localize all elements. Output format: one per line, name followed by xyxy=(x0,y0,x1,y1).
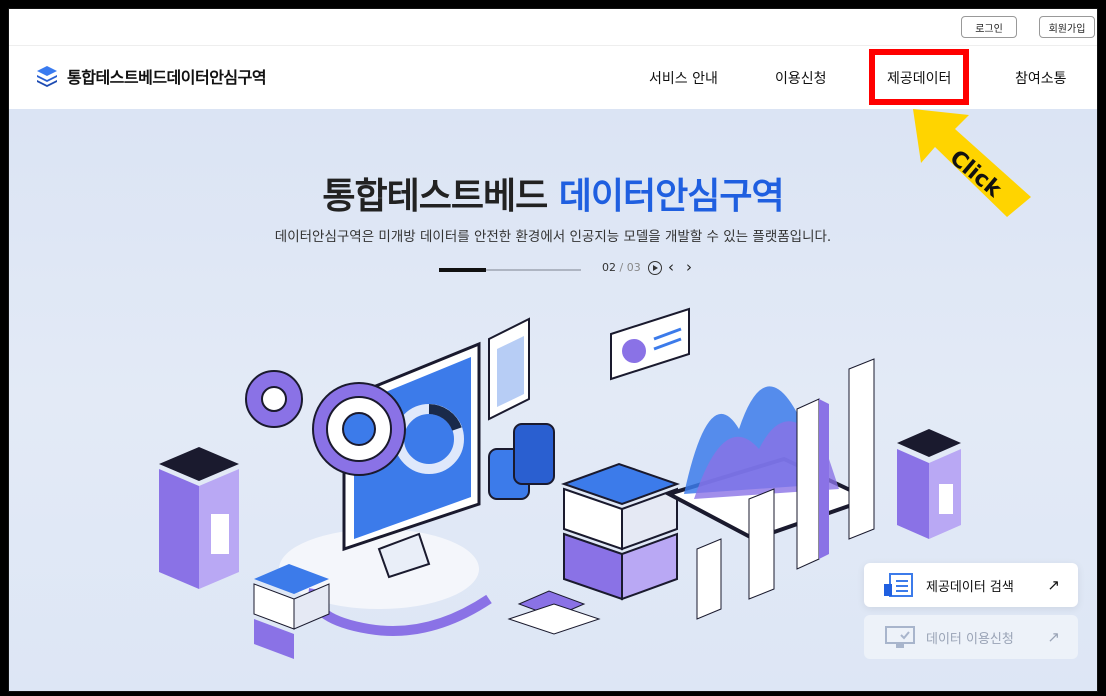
play-icon[interactable] xyxy=(648,261,662,275)
data-platform-illustration xyxy=(159,307,875,659)
nav-community[interactable]: 참여소통 xyxy=(1015,68,1067,88)
document-icon xyxy=(488,317,530,421)
card-label: 데이터 이용신청 xyxy=(926,631,1014,647)
utility-bar: 로그인 회원가입 xyxy=(9,9,1097,45)
signup-button[interactable]: 회원가입 xyxy=(1039,16,1095,38)
chevron-right-icon[interactable]: › xyxy=(686,258,692,276)
logo-prefix: 통합테스트베드 xyxy=(67,68,167,87)
card-label: 제공데이터 검색 xyxy=(926,579,1014,595)
server-stack-small xyxy=(253,564,330,659)
logo-suffix: 데이터안심구역 xyxy=(166,68,267,87)
layers-logo-icon xyxy=(37,66,57,87)
provided-data-search-card[interactable]: 제공데이터 검색 ↗ xyxy=(864,563,1078,607)
document-list-icon xyxy=(884,573,913,597)
pager-current: 02 xyxy=(602,261,616,274)
server-tower-right xyxy=(897,429,961,539)
server-rack-center xyxy=(561,462,680,601)
slide-pager: 02 / 03 xyxy=(602,261,641,274)
coin-stack-icon xyxy=(488,423,555,500)
click-arrow-annotation: Click xyxy=(913,109,1031,217)
profile-card-icon xyxy=(610,307,690,381)
gear-icon xyxy=(245,370,303,428)
arrow-up-right-icon: ↗ xyxy=(1047,628,1060,646)
arrow-up-right-icon: ↗ xyxy=(1047,576,1060,594)
pager-separator: / xyxy=(619,261,624,274)
monitor-check-icon xyxy=(885,626,915,648)
gear-icon xyxy=(312,382,406,476)
pager-total: 03 xyxy=(626,261,641,274)
hero-title-accent: 데이터안심구역 xyxy=(558,176,785,217)
data-application-card[interactable]: 데이터 이용신청 ↗ xyxy=(864,615,1078,659)
server-tower-left xyxy=(159,447,239,589)
slide-progress-fill xyxy=(439,268,486,272)
chevron-left-icon[interactable]: ‹ xyxy=(668,258,674,276)
browser-frame: 로그인 회원가입 통합테스트베드데이터안심구역 서비스 안내 이용신청 제공데이… xyxy=(8,8,1098,692)
floor-tile-icon xyxy=(507,590,601,635)
logo-text: 통합테스트베드데이터안심구역 xyxy=(67,64,267,88)
hero-subtitle: 데이터안심구역은 미개방 데이터를 안전한 환경에서 인공지능 모델을 개발할 … xyxy=(274,229,832,245)
nav-apply[interactable]: 이용신청 xyxy=(775,68,827,88)
slide-progress-bar xyxy=(439,268,581,272)
login-button[interactable]: 로그인 xyxy=(961,16,1017,38)
site-logo[interactable]: 통합테스트베드데이터안심구역 xyxy=(35,64,267,88)
hero-title-main: 통합테스트베드 xyxy=(322,176,548,217)
nav-service-guide[interactable]: 서비스 안내 xyxy=(649,68,718,88)
highlight-box xyxy=(869,49,969,105)
